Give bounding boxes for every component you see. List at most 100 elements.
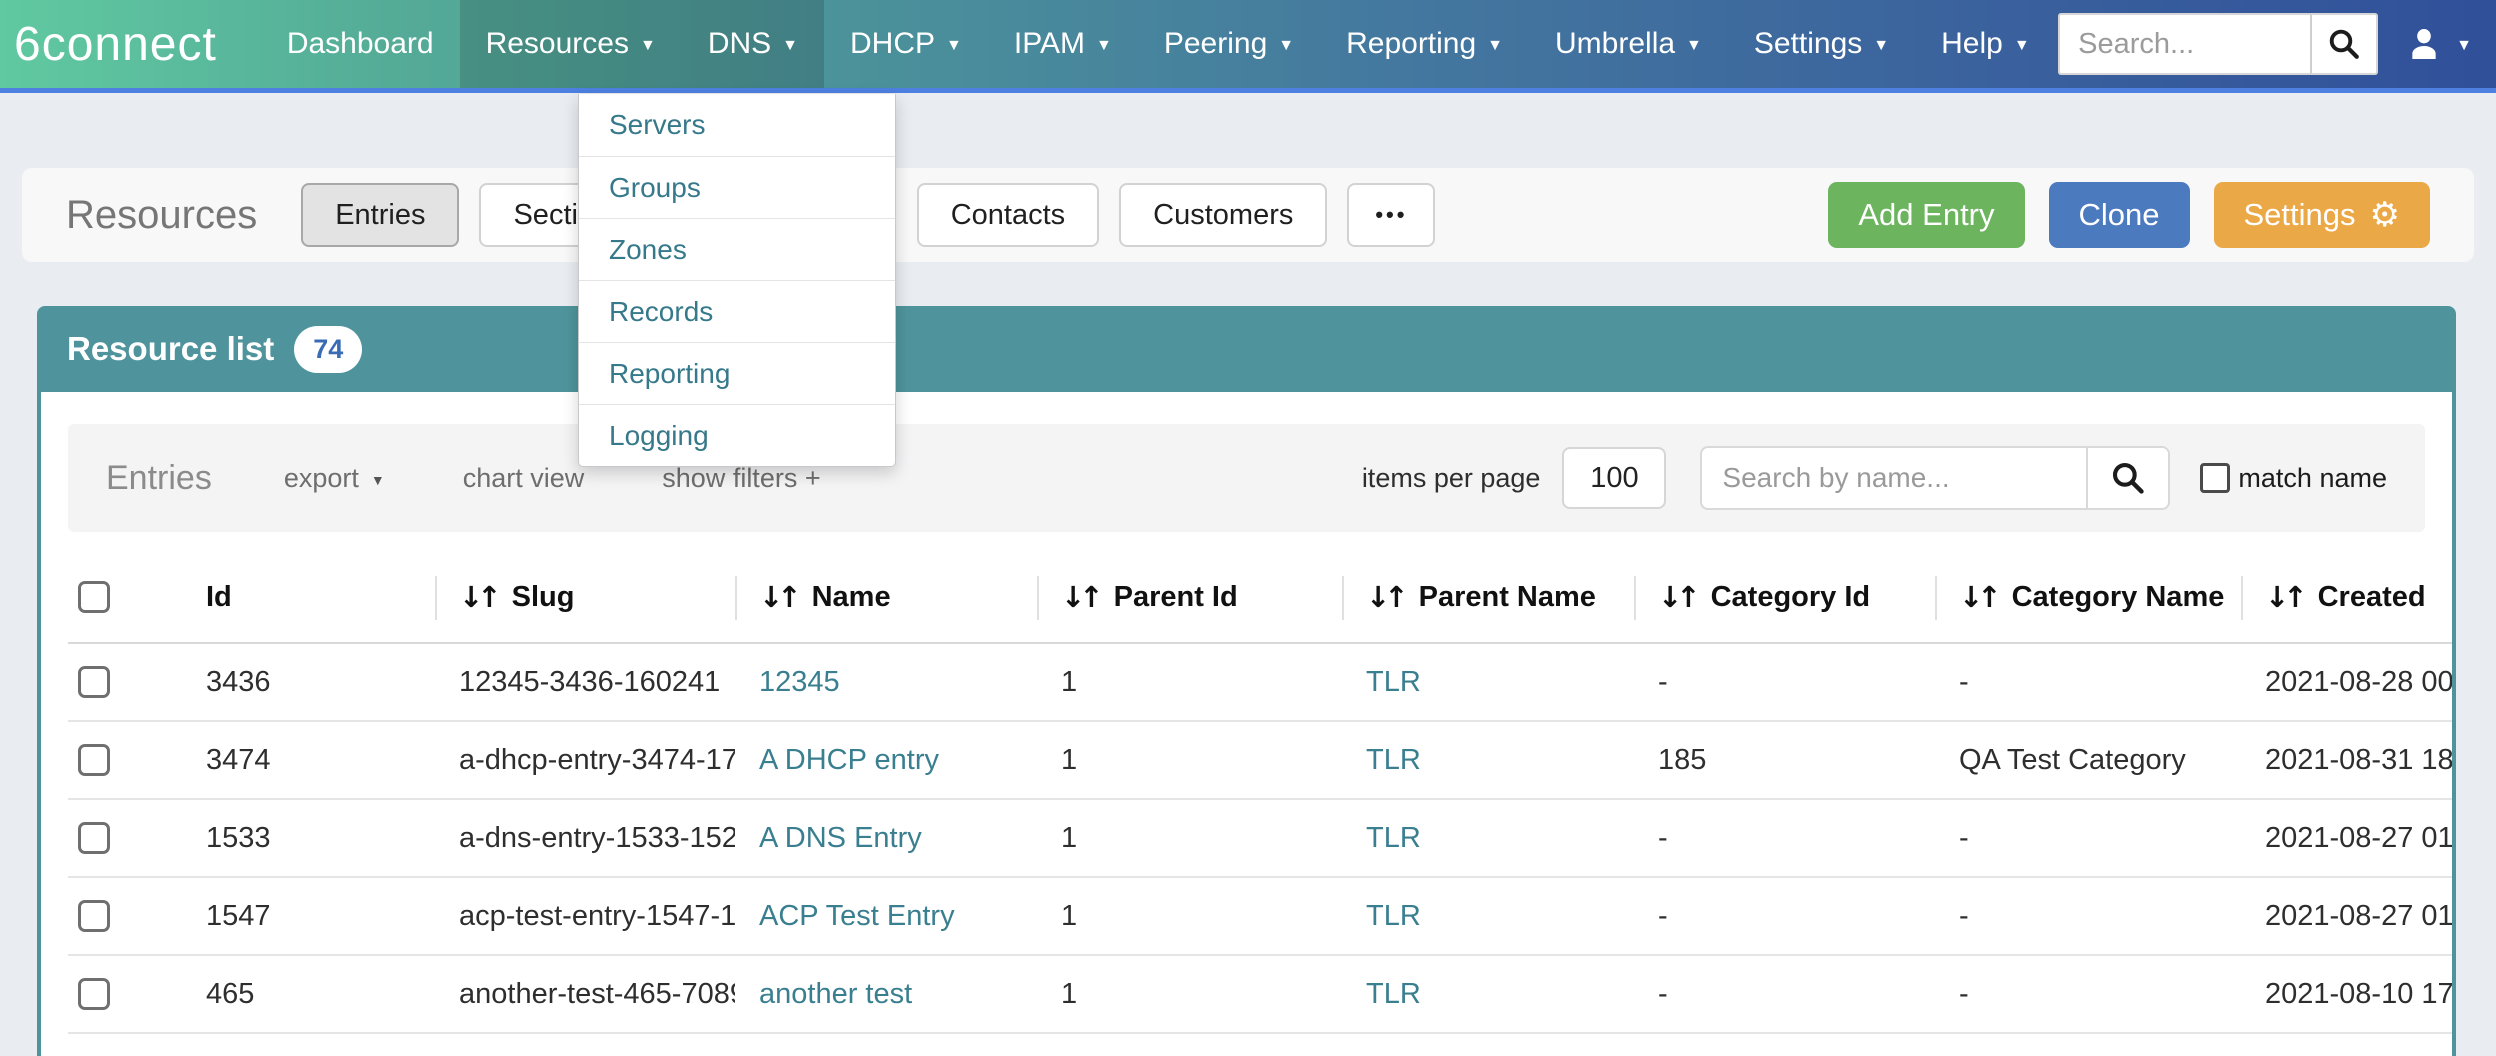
cell-slug: a-dhcp-entry-3474-17... [435, 744, 735, 777]
dns-menu-item-reporting[interactable]: Reporting [579, 342, 895, 404]
nav-item-ipam[interactable]: IPAM ▼ [988, 0, 1138, 88]
cell-id: 3436 [148, 666, 435, 699]
parent-link[interactable]: TLR [1366, 744, 1421, 776]
app-logo[interactable]: 6connect [0, 17, 231, 72]
nav-item-umbrella[interactable]: Umbrella ▼ [1529, 0, 1728, 88]
dns-menu-item-logging[interactable]: Logging [579, 404, 895, 466]
sort-icon: ↓↑ [759, 580, 796, 614]
cell-name: 12345 [735, 666, 1037, 699]
nav-item-settings[interactable]: Settings ▼ [1728, 0, 1915, 88]
entry-link[interactable]: ACP Test Entry [759, 900, 955, 932]
entries-table: Id ↓↑ Slug ↓↑ Name ↓↑ Parent Id [68, 552, 2456, 1034]
table-row: 465 another-test-465-70893 another test … [68, 956, 2456, 1034]
chart-view-link[interactable]: chart view [463, 463, 585, 494]
row-checkbox[interactable] [78, 978, 110, 1010]
nav-item-peering[interactable]: Peering ▼ [1138, 0, 1320, 88]
parent-link[interactable]: TLR [1366, 666, 1421, 698]
cell-parent-name: TLR [1342, 978, 1634, 1011]
chevron-down-icon: ▼ [371, 472, 385, 488]
sort-icon: ↓↑ [1658, 580, 1695, 614]
dns-menu-item-groups[interactable]: Groups [579, 156, 895, 218]
cell-id: 1533 [148, 822, 435, 855]
cell-category-id: - [1634, 978, 1935, 1011]
column-header-parent-id[interactable]: ↓↑ Parent Id [1037, 552, 1342, 642]
add-entry-button[interactable]: Add Entry [1828, 182, 2024, 248]
cell-created: 2021-08-31 18 [2241, 744, 2456, 777]
column-header-category-name[interactable]: ↓↑ Category Name [1935, 552, 2241, 642]
parent-link[interactable]: TLR [1366, 978, 1421, 1010]
dns-menu-item-servers[interactable]: Servers [579, 94, 895, 156]
global-search-button[interactable] [2310, 13, 2378, 75]
global-search-input[interactable] [2058, 13, 2310, 75]
show-filters-link[interactable]: show filters + [662, 463, 820, 494]
resource-list-header: Resource list 74 [37, 306, 2456, 392]
nav-item-dashboard[interactable]: Dashboard [261, 0, 460, 88]
chevron-down-icon: ▼ [1278, 37, 1294, 55]
table-row: 3436 12345-3436-160241 12345 1 TLR - - 2… [68, 644, 2456, 722]
cell-parent-id: 1 [1037, 822, 1342, 855]
entry-link[interactable]: A DNS Entry [759, 822, 922, 854]
dns-dropdown-menu: Servers Groups Zones Records Reporting L… [578, 94, 896, 467]
cell-created: 2021-08-27 01 [2241, 900, 2456, 933]
nav-item-resources[interactable]: Resources ▼ [460, 0, 682, 88]
items-per-page-input[interactable] [1562, 447, 1666, 509]
sort-icon: ↓↑ [2265, 580, 2302, 614]
cell-slug: a-dns-entry-1533-152... [435, 822, 735, 855]
entry-link[interactable]: A DHCP entry [759, 744, 939, 776]
column-header-slug[interactable]: ↓↑ Slug [435, 552, 735, 642]
match-name-checkbox[interactable] [2200, 463, 2230, 493]
column-header-name[interactable]: ↓↑ Name [735, 552, 1037, 642]
dns-menu-item-zones[interactable]: Zones [579, 218, 895, 280]
table-row: 1533 a-dns-entry-1533-152... A DNS Entry… [68, 800, 2456, 878]
sort-icon: ↓↑ [459, 580, 496, 614]
row-checkbox[interactable] [78, 900, 110, 932]
cell-category-id: - [1634, 822, 1935, 855]
cell-category-name: QA Test Category [1935, 744, 2241, 777]
tab-entries[interactable]: Entries [301, 183, 459, 247]
nav-item-dhcp[interactable]: DHCP ▼ [824, 0, 988, 88]
top-navbar: 6connect Dashboard Resources ▼ DNS ▼ DHC… [0, 0, 2496, 93]
cell-parent-name: TLR [1342, 900, 1634, 933]
nav-item-help[interactable]: Help ▼ [1915, 0, 2056, 88]
row-checkbox[interactable] [78, 822, 110, 854]
cell-slug: acp-test-entry-1547-1... [435, 900, 735, 933]
search-by-name-button[interactable] [2086, 446, 2170, 510]
column-header-id[interactable]: Id [148, 552, 435, 642]
nav-item-dns[interactable]: DNS ▼ [682, 0, 824, 88]
cell-parent-name: TLR [1342, 744, 1634, 777]
dns-menu-item-records[interactable]: Records [579, 280, 895, 342]
clone-button[interactable]: Clone [2049, 182, 2190, 248]
tab-customers[interactable]: Customers [1119, 183, 1327, 247]
sort-icon: ↓↑ [1366, 580, 1403, 614]
export-menu[interactable]: export ▼ [284, 463, 385, 494]
entry-link[interactable]: another test [759, 978, 912, 1010]
table-row: 1547 acp-test-entry-1547-1... ACP Test E… [68, 878, 2456, 956]
parent-link[interactable]: TLR [1366, 900, 1421, 932]
cell-parent-id: 1 [1037, 666, 1342, 699]
tab-contacts[interactable]: Contacts [917, 183, 1099, 247]
sort-icon: ↓↑ [1061, 580, 1098, 614]
select-all-checkbox[interactable] [78, 581, 110, 613]
row-checkbox[interactable] [78, 666, 110, 698]
entries-toolbar: Entries export ▼ chart view show filters… [68, 424, 2425, 532]
column-header-created[interactable]: ↓↑ Created [2241, 552, 2456, 642]
match-name-toggle[interactable]: match name [2200, 463, 2387, 494]
parent-link[interactable]: TLR [1366, 822, 1421, 854]
nav-item-reporting[interactable]: Reporting ▼ [1320, 0, 1529, 88]
cell-name: A DNS Entry [735, 822, 1037, 855]
cell-category-name: - [1935, 978, 2241, 1011]
chevron-down-icon: ▼ [782, 37, 798, 55]
column-header-category-id[interactable]: ↓↑ Category Id [1634, 552, 1935, 642]
chevron-down-icon: ▼ [2014, 37, 2030, 55]
search-by-name-input[interactable] [1700, 446, 2086, 510]
column-header-parent-name[interactable]: ↓↑ Parent Name [1342, 552, 1634, 642]
entry-link[interactable]: 12345 [759, 666, 840, 698]
settings-button[interactable]: Settings ⚙ [2214, 182, 2431, 248]
cell-category-name: - [1935, 900, 2241, 933]
cell-name: ACP Test Entry [735, 900, 1037, 933]
more-tabs-button[interactable]: ••• [1347, 183, 1435, 247]
gear-icon: ⚙ [2370, 195, 2400, 235]
row-checkbox[interactable] [78, 744, 110, 776]
user-menu[interactable]: ▼ [2404, 24, 2472, 64]
cell-category-id: - [1634, 666, 1935, 699]
